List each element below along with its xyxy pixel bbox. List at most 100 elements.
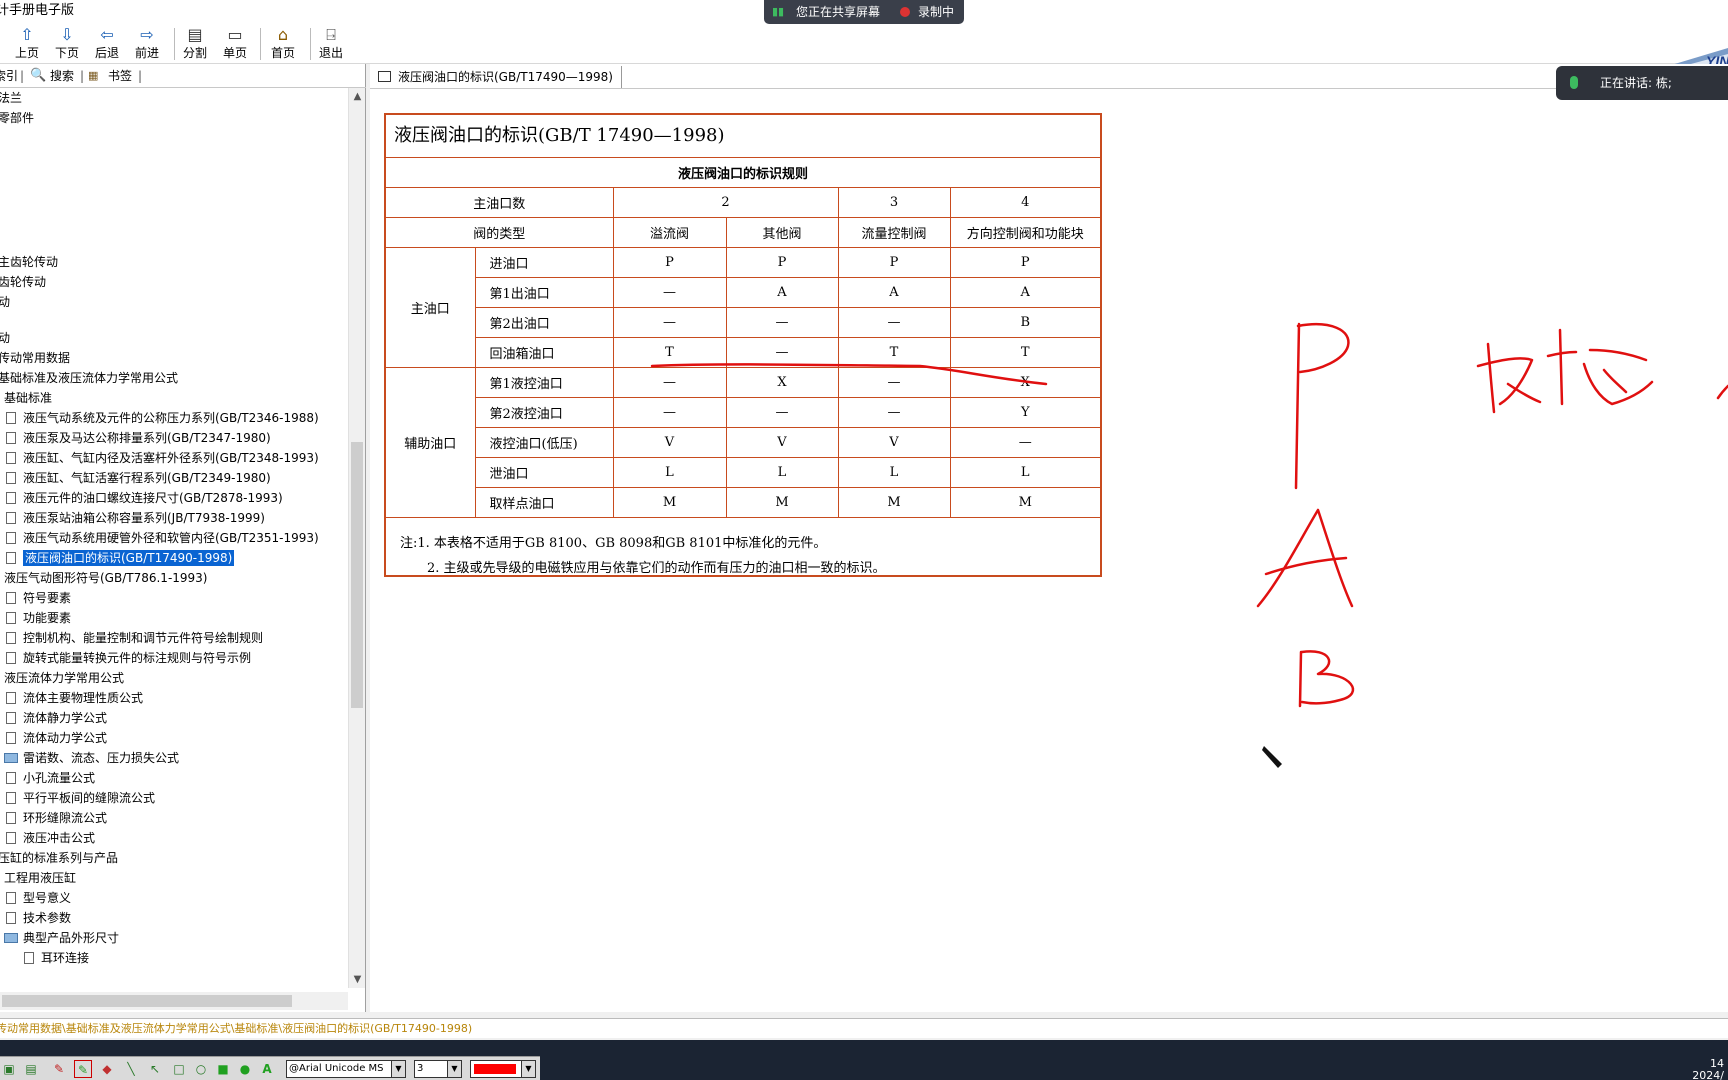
text-icon[interactable]: A — [258, 1060, 276, 1078]
single-page-button[interactable]: ▭ 单页 — [216, 24, 254, 62]
tree-node[interactable]: 齿轮传动 — [0, 272, 46, 292]
eraser-icon[interactable]: ◆ — [98, 1060, 116, 1078]
tab-bookmarks[interactable]: 书签 — [108, 68, 132, 84]
tree-node[interactable]: 基础标准 — [4, 388, 52, 408]
tree-leaf[interactable]: 技术参数 — [6, 908, 71, 928]
tree-node[interactable]: 传动常用数据 — [0, 348, 70, 368]
document-icon — [6, 552, 16, 564]
tree-leaf[interactable]: 流体静力学公式 — [6, 708, 107, 728]
font-select[interactable]: @Arial Unicode MS ▼ — [286, 1060, 406, 1078]
document-icon — [6, 472, 16, 484]
tree-node[interactable]: 动 — [0, 328, 10, 348]
tree-leaf[interactable]: 符号要素 — [6, 588, 71, 608]
highlighter-icon[interactable]: ✎ — [74, 1060, 92, 1078]
table-cell: 第1出油口 — [475, 277, 614, 308]
tree-node[interactable]: 动 — [0, 292, 10, 312]
pen-size-select[interactable]: 3 ▼ — [414, 1060, 462, 1078]
tree-node[interactable]: 典型产品外形尺寸 — [4, 928, 119, 948]
tree-leaf[interactable]: 液压缸、气缸活塞行程系列(GB/T2349-1980) — [6, 468, 271, 488]
scrollbar-thumb[interactable] — [351, 442, 363, 708]
tree-horizontal-scrollbar[interactable] — [0, 992, 348, 1010]
tree-leaf[interactable]: 小孔流量公式 — [6, 768, 95, 788]
color-swatch — [474, 1064, 516, 1074]
tree-leaf[interactable]: 液压泵站油箱公称容量系列(JB/T7938-1999) — [6, 508, 265, 528]
tree-leaf[interactable]: 液压缸、气缸内径及活塞杆外径系列(GB/T2348-1993) — [6, 448, 319, 468]
tree-leaf[interactable]: 型号意义 — [6, 888, 71, 908]
exit-button[interactable]: ⍈ 退出 — [312, 24, 350, 62]
tree-node[interactable]: 零部件 — [0, 108, 34, 128]
tree-leaf[interactable]: 旋转式能量转换元件的标注规则与符号示例 — [6, 648, 251, 668]
tab-search[interactable]: 搜索 — [50, 68, 74, 84]
save-icon[interactable]: ▣ — [0, 1060, 18, 1078]
line-icon[interactable]: ╲ — [122, 1060, 140, 1078]
tree-leaf[interactable]: 控制机构、能量控制和调节元件符号绘制规则 — [6, 628, 263, 648]
arrow-down-icon: ⇩ — [60, 25, 74, 44]
split-button[interactable]: ▤ 分割 — [176, 24, 214, 62]
table-row: 液压阀油口的标识规则 — [386, 157, 1100, 188]
tree-node[interactable]: 法兰 — [0, 88, 22, 108]
tree-leaf[interactable]: 液压冲击公式 — [6, 828, 95, 848]
table-row: 回油箱油口 T — T T — [386, 337, 1100, 368]
document-icon — [6, 632, 16, 644]
document-icon — [6, 452, 16, 464]
open-icon[interactable]: ▤ — [22, 1060, 40, 1078]
tab-divider: | — [80, 69, 85, 83]
document-tab[interactable]: 液压阀油口的标识(GB/T17490—1998) — [374, 66, 622, 88]
tree-leaf[interactable]: 耳环连接 — [24, 948, 89, 968]
tree-node[interactable]: 压缸的标准系列与产品 — [0, 848, 118, 868]
arrow-icon[interactable]: ↖ — [146, 1060, 164, 1078]
tree-node[interactable]: 工程用液压缸 — [4, 868, 76, 888]
tree-node[interactable]: 主齿轮传动 — [0, 252, 58, 272]
tree-leaf[interactable]: 液压泵及马达公称排量系列(GB/T2347-1980) — [6, 428, 271, 448]
table-cell: 回油箱油口 — [475, 337, 614, 368]
table-cell: 进油口 — [474, 247, 614, 278]
table-cell: 取样点油口 — [475, 487, 614, 518]
next-page-button[interactable]: ⇩ 下页 — [48, 24, 86, 62]
tree-node[interactable]: 液压流体力学常用公式 — [4, 668, 124, 688]
screen-share-indicator[interactable]: ▮▮ 您正在共享屏幕 录制中 — [764, 0, 964, 24]
window-title: 计手册电子版 — [0, 3, 75, 18]
tab-divider: | — [20, 69, 25, 83]
forward-button[interactable]: ⇨ 前进 — [128, 24, 166, 62]
document-icon — [6, 492, 16, 504]
chevron-down-icon: ▼ — [447, 1061, 461, 1077]
tree-node[interactable]: 液压气动图形符号(GB/T786.1-1993) — [4, 568, 208, 588]
pen-color-select[interactable]: ▼ — [470, 1060, 536, 1078]
table-cell: 2 — [612, 187, 839, 218]
document-icon — [6, 712, 16, 724]
ellipse-icon[interactable]: ○ — [192, 1060, 210, 1078]
document-icon — [6, 912, 16, 924]
home-icon: ⌂ — [277, 25, 289, 44]
tree-leaf[interactable]: 流体主要物理性质公式 — [6, 688, 143, 708]
tree-leaf[interactable]: 液压元件的油口螺纹连接尺寸(GB/T2878-1993) — [6, 488, 283, 508]
tree-leaf-selected[interactable]: 液压阀油口的标识(GB/T17490-1998) — [6, 548, 235, 568]
table-group-cell: 辅助油口 — [386, 367, 476, 518]
tree-node[interactable]: 基础标准及液压流体力学常用公式 — [0, 368, 178, 388]
document-icon — [6, 732, 16, 744]
document-icon — [6, 612, 16, 624]
prev-page-button[interactable]: ⇧ 上页 — [8, 24, 46, 62]
tree-leaf[interactable]: 液压气动系统用硬管外径和软管内径(GB/T2351-1993) — [6, 528, 319, 548]
tree-leaf[interactable]: 液压气动系统及元件的公称压力系列(GB/T2346-1988) — [6, 408, 319, 428]
back-button[interactable]: ⇦ 后退 — [88, 24, 126, 62]
tree-leaf[interactable]: 流体动力学公式 — [6, 728, 107, 748]
pen-icon[interactable]: ✎ — [50, 1060, 68, 1078]
toolbar-separator — [310, 28, 311, 60]
tree-leaf[interactable]: 环形缝隙流公式 — [6, 808, 107, 828]
filled-rectangle-icon[interactable]: ■ — [214, 1060, 232, 1078]
tree-leaf[interactable]: 平行平板间的缝隙流公式 — [6, 788, 155, 808]
chevron-up-icon[interactable]: ▲ — [349, 88, 366, 105]
arrow-left-icon: ⇦ — [100, 25, 114, 44]
scrollbar-thumb[interactable] — [2, 995, 292, 1007]
tree-node[interactable]: 雷诺数、流态、压力损失公式 — [4, 748, 179, 768]
home-button[interactable]: ⌂ 首页 — [264, 24, 302, 62]
chevron-down-icon[interactable]: ▼ — [349, 971, 366, 988]
document-icon — [6, 512, 16, 524]
table-cell: L — [949, 457, 1100, 488]
filled-ellipse-icon[interactable]: ● — [236, 1060, 254, 1078]
rectangle-icon[interactable]: □ — [170, 1060, 188, 1078]
tree-leaf[interactable]: 功能要素 — [6, 608, 71, 628]
tab-index[interactable]: 索引 — [0, 68, 18, 84]
tree-vertical-scrollbar[interactable]: ▲ ▼ — [348, 88, 365, 988]
table-cell: 阀的类型 — [386, 217, 614, 248]
